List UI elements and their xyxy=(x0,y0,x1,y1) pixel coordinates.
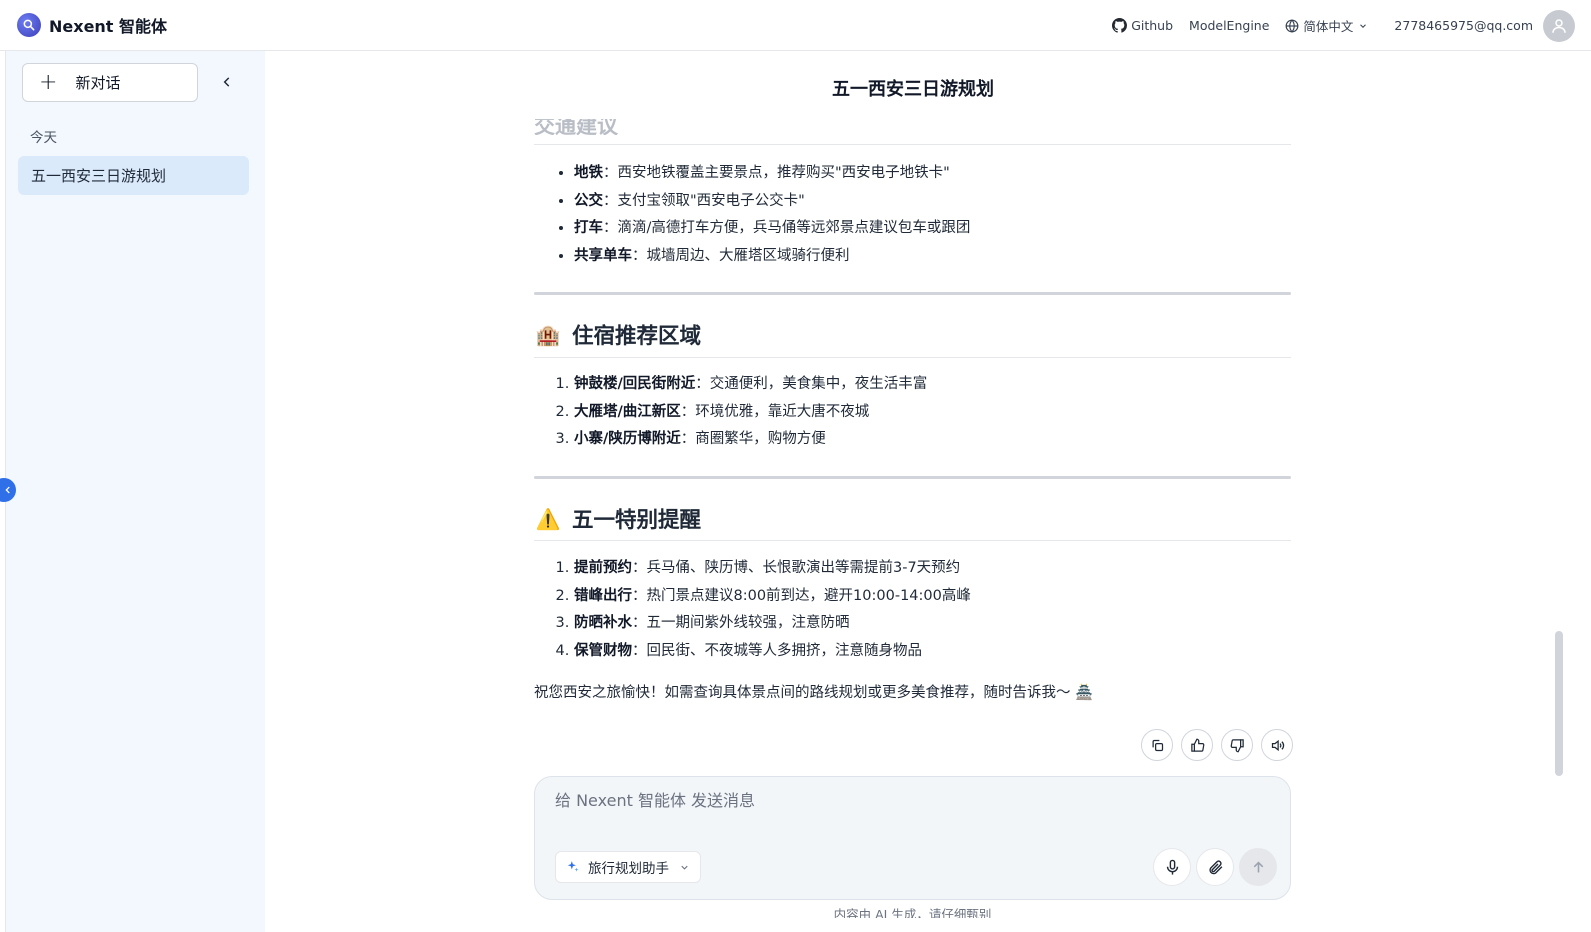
new-chat-label: 新对话 xyxy=(75,74,121,92)
reminders-heading: ⚠️ 五一特别提醒 xyxy=(535,506,702,534)
chevron-down-icon xyxy=(1360,23,1367,28)
plus-icon: + xyxy=(39,69,58,95)
chevron-down-icon xyxy=(679,862,690,873)
read-aloud-button[interactable] xyxy=(1261,729,1293,761)
message-input[interactable] xyxy=(555,787,1255,813)
chat-main: 五一西安三日游规划 交通建议 地铁：西安地铁覆盖主要景点，推荐购买"西安电子地铁… xyxy=(265,51,1591,932)
top-header: Nexent 智能体 Github ModelEngine 简体中文 27784… xyxy=(0,0,1591,51)
github-link[interactable]: Github xyxy=(1112,18,1173,33)
like-button[interactable] xyxy=(1181,729,1213,761)
list-item: 钟鼓楼/回民街附近：交通便利，美食集中，夜生活丰富 xyxy=(574,371,927,399)
language-selector[interactable]: 简体中文 xyxy=(1285,16,1372,35)
model-engine-link[interactable]: ModelEngine xyxy=(1189,18,1269,33)
ai-disclaimer: 内容由 AI 生成，请仔细甄别 xyxy=(833,907,992,918)
send-button[interactable] xyxy=(1239,848,1277,886)
sparkle-icon xyxy=(566,860,580,874)
collapse-sidebar-button[interactable] xyxy=(216,71,238,93)
heading-divider xyxy=(534,144,1291,145)
section-divider xyxy=(534,476,1291,479)
app-name: Nexent 智能体 xyxy=(49,17,168,36)
user-icon xyxy=(1552,18,1566,33)
heading-divider xyxy=(534,540,1291,541)
list-item: 打车：滴滴/高德打车方便，兵马俑等远郊景点建议包车或跟团 xyxy=(574,215,970,243)
agent-selector[interactable]: 旅行规划助手 xyxy=(555,851,701,883)
thumbs-down-icon xyxy=(1230,738,1244,752)
arrow-up-icon xyxy=(1253,860,1263,872)
thumbs-up-icon xyxy=(1190,738,1204,752)
chevron-left-icon xyxy=(5,486,10,494)
model-engine-label: ModelEngine xyxy=(1189,18,1270,33)
list-item: 共享单车：城墙周边、大雁塔区域骑行便利 xyxy=(574,243,970,271)
speaker-icon xyxy=(1271,739,1284,751)
brand[interactable]: Nexent 智能体 xyxy=(17,13,167,37)
transport-list: 地铁：西安地铁覆盖主要景点，推荐购买"西安电子地铁卡" 公交：支付宝领取"西安电… xyxy=(574,160,970,270)
clipped-section-heading: 交通建议 xyxy=(534,119,618,135)
attach-file-button[interactable] xyxy=(1196,848,1234,886)
globe-icon xyxy=(1285,18,1299,33)
list-item: 错峰出行：热门景点建议8:00前到达，避开10:00-14:00高峰 xyxy=(574,583,971,611)
dislike-button[interactable] xyxy=(1221,729,1253,761)
conversation-group-label: 今天 xyxy=(30,130,57,146)
conversation-title: 五一西安三日游规划 xyxy=(31,167,167,185)
chat-title: 五一西安三日游规划 xyxy=(832,79,994,100)
language-label: 简体中文 xyxy=(1303,19,1354,34)
sidebar: + 新对话 今天 五一西安三日游规划 xyxy=(5,51,265,932)
lodging-list: 钟鼓楼/回民街附近：交通便利，美食集中，夜生活丰富 大雁塔/曲江新区：环境优雅，… xyxy=(574,371,927,454)
lodging-heading: 🏨 住宿推荐区域 xyxy=(535,322,702,350)
copy-icon xyxy=(1152,739,1163,751)
list-item: 提前预约：兵马俑、陕历博、长恨歌演出等需提前3-7天预约 xyxy=(574,555,971,583)
list-item: 大雁塔/曲江新区：环境优雅，靠近大唐不夜城 xyxy=(574,399,927,427)
chevron-left-icon xyxy=(223,77,230,87)
reminders-list: 提前预约：兵马俑、陕历博、长恨歌演出等需提前3-7天预约 错峰出行：热门景点建议… xyxy=(574,555,971,665)
hotel-icon: 🏨 xyxy=(535,322,561,347)
paperclip-icon xyxy=(1208,860,1222,874)
voice-input-button[interactable] xyxy=(1153,848,1191,886)
list-item: 公交：支付宝领取"西安电子公交卡" xyxy=(574,188,970,216)
user-avatar[interactable] xyxy=(1543,9,1575,42)
microphone-icon xyxy=(1166,859,1178,875)
github-label: Github xyxy=(1131,18,1174,33)
list-item: 小寨/陕历博附近：商圈繁华，购物方便 xyxy=(574,426,927,454)
conversation-item[interactable]: 五一西安三日游规划 xyxy=(18,156,249,195)
heading-divider xyxy=(534,357,1291,358)
new-chat-button[interactable]: + 新对话 xyxy=(22,63,198,102)
message-actions xyxy=(1141,729,1301,761)
agent-label: 旅行规划助手 xyxy=(588,861,669,877)
copy-button[interactable] xyxy=(1141,729,1173,761)
github-icon xyxy=(1112,18,1128,33)
list-item: 地铁：西安地铁覆盖主要景点，推荐购买"西安电子地铁卡" xyxy=(574,160,970,188)
list-item: 保管财物：回民街、不夜城等人多拥挤，注意随身物品 xyxy=(574,638,971,666)
closing-message: 祝您西安之旅愉快！如需查询具体景点间的路线规划或更多美食推荐，随时告诉我～ 🏯 xyxy=(534,685,1094,701)
list-item: 防晒补水：五一期间紫外线较强，注意防晒 xyxy=(574,610,971,638)
section-divider xyxy=(534,292,1291,295)
user-email[interactable]: 2778465975@qq.com xyxy=(1394,18,1533,33)
nexent-logo-icon xyxy=(17,13,41,37)
chat-scrollbar[interactable] xyxy=(1555,631,1563,776)
message-composer: 旅行规划助手 xyxy=(534,776,1291,900)
header-links: Github ModelEngine 简体中文 2778465975@qq.co… xyxy=(1096,0,1575,51)
warning-icon: ⚠️ xyxy=(535,506,561,531)
